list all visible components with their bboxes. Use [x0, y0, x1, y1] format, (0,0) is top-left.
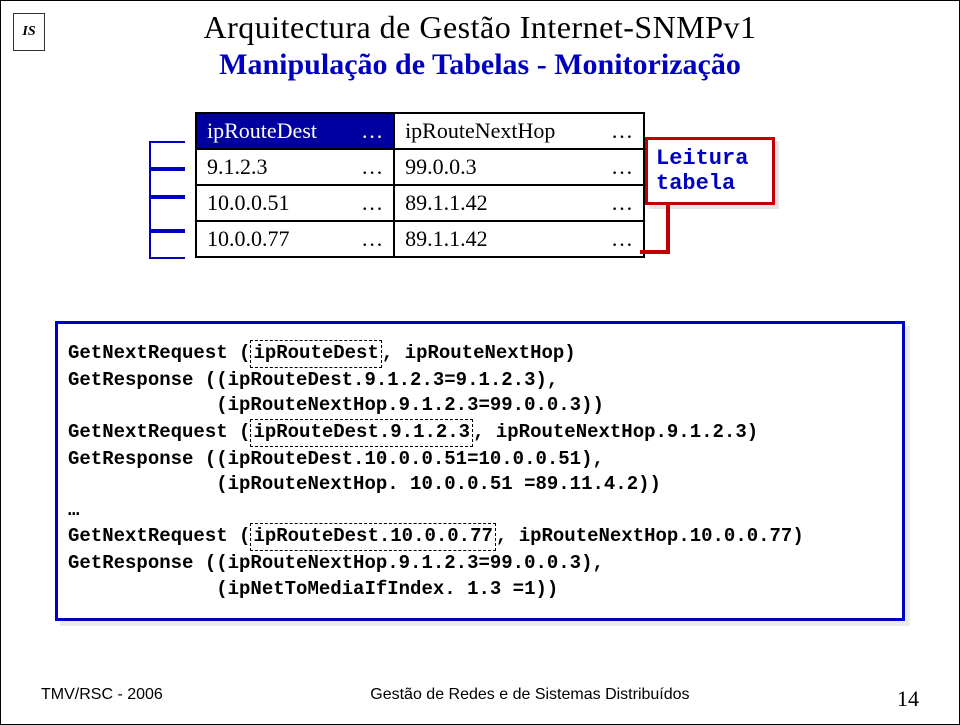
table-row: 9.1.2.3 … 99.0.0.3 … [196, 149, 644, 185]
ellipsis: … [361, 190, 383, 216]
cell-text: 9.1.2.3 [207, 154, 268, 180]
cell-text: 89.1.1.42 [405, 190, 488, 216]
logo-icon: IS [13, 13, 45, 51]
table-header-row: ipRouteDest … ipRouteNextHop … [196, 113, 644, 149]
red-connector-icon [640, 250, 670, 254]
footer: TMV/RSC - 2006 Gestão de Redes e de Sist… [41, 686, 919, 712]
subtitle: Manipulação de Tabelas - Monitorização [21, 48, 939, 82]
ellipsis: … [361, 226, 383, 252]
code-line: … [68, 499, 79, 521]
code-line: GetResponse ((ipRouteDest.9.1.2.3=9.1.2.… [68, 369, 558, 391]
code-line: GetResponse ((ipRouteNextHop.9.1.2.3=99.… [68, 552, 604, 574]
page-number: 14 [897, 686, 919, 712]
ellipsis: … [611, 118, 633, 144]
cell-text: 89.1.1.42 [405, 226, 488, 252]
cell-text: 10.0.0.51 [207, 190, 290, 216]
cell-text: 99.0.0.3 [405, 154, 477, 180]
code-line: , ipRouteNextHop) [382, 342, 576, 364]
code-line: GetNextRequest ( [68, 525, 250, 547]
bracket-icon [149, 169, 185, 197]
code-line: GetResponse ((ipRouteDest.10.0.0.51=10.0… [68, 448, 604, 470]
code-line: GetNextRequest ( [68, 342, 250, 364]
code-line: (ipRouteNextHop.9.1.2.3=99.0.0.3)) [68, 394, 604, 416]
code-line: (ipNetToMediaIfIndex. 1.3 =1)) [68, 578, 558, 600]
ellipsis: … [361, 118, 383, 144]
label-text: tabela [656, 171, 764, 196]
header-text: ipRouteDest [207, 118, 317, 144]
ellipsis: … [611, 226, 633, 252]
code-line: GetNextRequest ( [68, 421, 250, 443]
table-row: 10.0.0.51 … 89.1.1.42 … [196, 185, 644, 221]
footer-center: Gestão de Redes e de Sistemas Distribuíd… [370, 686, 689, 712]
header-text: ipRouteNextHop [405, 118, 555, 144]
highlighted-param: ipRouteDest [250, 340, 381, 368]
slide: IS Arquitectura de Gestão Internet-SNMPv… [0, 0, 960, 725]
code-line: , ipRouteNextHop.9.1.2.3) [473, 421, 758, 443]
table-container: ipRouteDest … ipRouteNextHop … 9.1.2.3 … … [195, 112, 765, 258]
label-text: Leitura [656, 146, 764, 171]
bracket-icon [149, 231, 185, 259]
red-connector-icon [666, 202, 670, 254]
code-block: GetNextRequest (ipRouteDest, ipRouteNext… [55, 321, 905, 621]
col-header-dest: ipRouteDest … [196, 113, 394, 149]
code-line: , ipRouteNextHop.10.0.0.77) [496, 525, 804, 547]
table-row: 10.0.0.77 … 89.1.1.42 … [196, 221, 644, 257]
cell-text: 10.0.0.77 [207, 226, 290, 252]
bracket-icon [149, 197, 185, 231]
bracket-icon [149, 141, 185, 169]
ellipsis: … [611, 190, 633, 216]
footer-left: TMV/RSC - 2006 [41, 686, 163, 712]
highlighted-param: ipRouteDest.10.0.0.77 [250, 523, 495, 551]
ellipsis: … [361, 154, 383, 180]
route-table: ipRouteDest … ipRouteNextHop … 9.1.2.3 … … [195, 112, 645, 258]
label-box: Leitura tabela [645, 137, 775, 205]
col-header-nexthop: ipRouteNextHop … [394, 113, 644, 149]
main-title: Arquitectura de Gestão Internet-SNMPv1 [21, 9, 939, 46]
highlighted-param: ipRouteDest.9.1.2.3 [250, 419, 473, 447]
code-line: (ipRouteNextHop. 10.0.0.51 =89.11.4.2)) [68, 473, 661, 495]
ellipsis: … [611, 154, 633, 180]
